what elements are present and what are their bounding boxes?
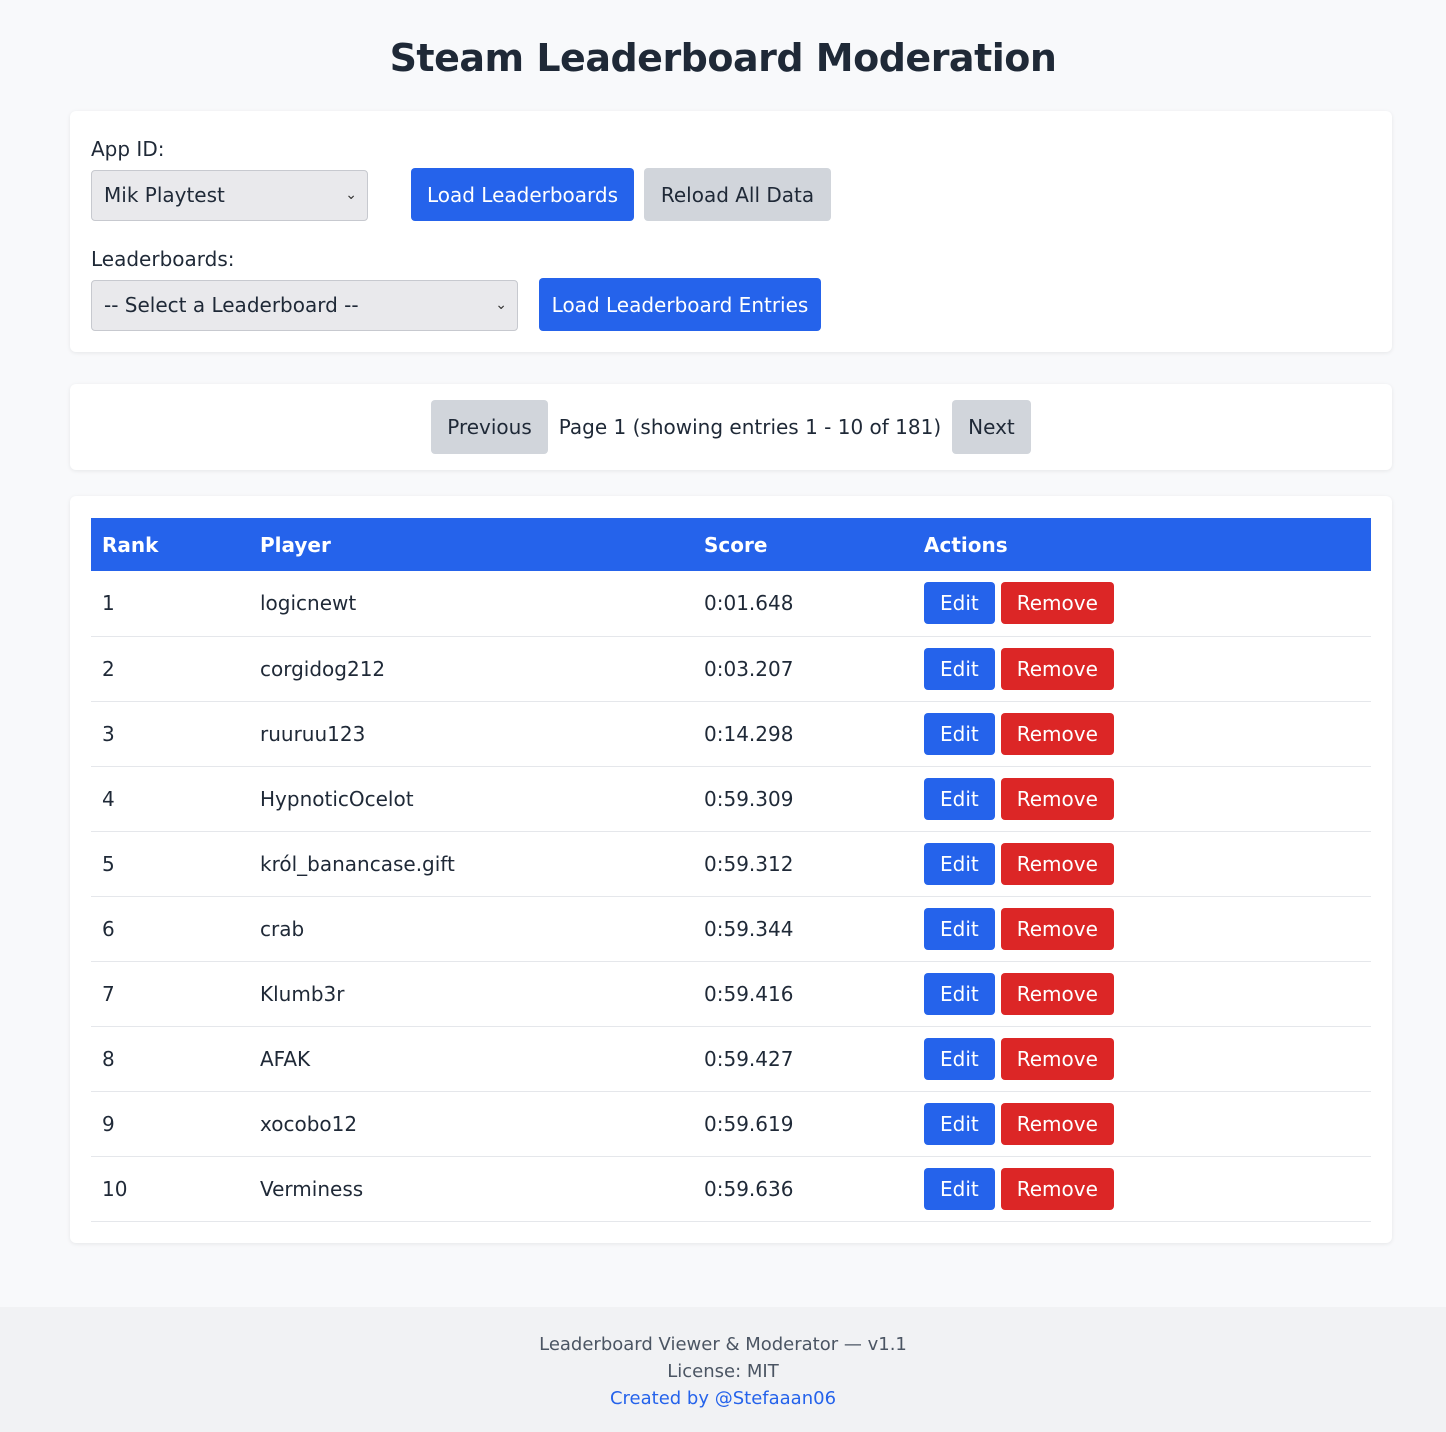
actions-cell: Edit Remove — [913, 636, 1371, 701]
score-cell: 0:59.344 — [704, 916, 794, 941]
score-cell: 0:03.207 — [704, 656, 794, 681]
player-cell: ruuruu123 — [260, 721, 366, 746]
table-row: 3 ruuruu123 0:14.298 Edit Remove — [91, 701, 1371, 766]
leaderboard-select[interactable]: -- Select a Leaderboard -- ⌄ — [91, 280, 518, 331]
score-cell: 0:59.416 — [704, 981, 794, 1006]
remove-button[interactable]: Remove — [1000, 582, 1114, 625]
remove-button[interactable]: Remove — [1000, 972, 1114, 1015]
remove-button[interactable]: Remove — [1000, 842, 1114, 885]
score-cell: 0:59.619 — [704, 1111, 794, 1136]
leaderboards-label: Leaderboards: — [91, 247, 235, 271]
remove-button[interactable]: Remove — [1000, 712, 1114, 755]
table-row: 1 logicnewt 0:01.648 Edit Remove — [91, 571, 1371, 636]
table-row: 7 Klumb3r 0:59.416 Edit Remove — [91, 961, 1371, 1026]
rank-cell: 1 — [102, 591, 115, 616]
player-cell: corgidog212 — [260, 656, 386, 681]
app-id-label: App ID: — [91, 137, 165, 161]
remove-button[interactable]: Remove — [1000, 777, 1114, 820]
next-page-button[interactable]: Next — [952, 400, 1031, 454]
edit-button[interactable]: Edit — [924, 907, 995, 950]
footer-license: License: MIT — [667, 1361, 779, 1382]
page-title: Steam Leaderboard Moderation — [389, 36, 1057, 80]
footer-version: Leaderboard Viewer & Moderator — v1.1 — [539, 1334, 907, 1355]
load-leaderboards-button[interactable]: Load Leaderboards — [411, 168, 634, 221]
edit-button[interactable]: Edit — [924, 582, 995, 625]
edit-button[interactable]: Edit — [924, 1102, 995, 1145]
actions-cell: Edit Remove — [913, 701, 1371, 766]
remove-button[interactable]: Remove — [1000, 907, 1114, 950]
app-id-select-value: Mik Playtest — [104, 183, 225, 207]
page-info: Page 1 (showing entries 1 - 10 of 181) — [558, 415, 942, 439]
app-id-select[interactable]: Mik Playtest ⌄ — [91, 170, 368, 221]
actions-cell: Edit Remove — [913, 571, 1371, 636]
leaderboard-select-value: -- Select a Leaderboard -- — [104, 293, 359, 317]
rank-cell: 7 — [102, 981, 115, 1006]
actions-cell: Edit Remove — [913, 831, 1371, 896]
remove-button[interactable]: Remove — [1000, 1167, 1114, 1210]
edit-button[interactable]: Edit — [924, 777, 995, 820]
chevron-down-icon: ⌄ — [495, 297, 507, 313]
header-rank: Rank — [102, 532, 159, 557]
actions-cell: Edit Remove — [913, 896, 1371, 961]
pagination-panel: Previous Page 1 (showing entries 1 - 10 … — [70, 384, 1392, 470]
actions-cell: Edit Remove — [913, 1026, 1371, 1091]
player-cell: xocobo12 — [260, 1111, 358, 1136]
edit-button[interactable]: Edit — [924, 712, 995, 755]
actions-cell: Edit Remove — [913, 1156, 1371, 1221]
table-row: 9 xocobo12 0:59.619 Edit Remove — [91, 1091, 1371, 1156]
player-cell: król_banancase.gift — [260, 851, 455, 876]
rank-cell: 5 — [102, 851, 115, 876]
footer-credit-link[interactable]: Created by @Stefaaan06 — [610, 1388, 836, 1409]
rank-cell: 4 — [102, 786, 115, 811]
score-cell: 0:59.636 — [704, 1176, 794, 1201]
rank-cell: 6 — [102, 916, 115, 941]
player-cell: Verminess — [260, 1176, 364, 1201]
rank-cell: 8 — [102, 1046, 115, 1071]
previous-page-button[interactable]: Previous — [431, 400, 548, 454]
header-player: Player — [260, 532, 331, 557]
table-header-row: Rank Player Score Actions — [91, 518, 1371, 571]
rank-cell: 9 — [102, 1111, 115, 1136]
table-row: 4 HypnoticOcelot 0:59.309 Edit Remove — [91, 766, 1371, 831]
edit-button[interactable]: Edit — [924, 1167, 995, 1210]
score-cell: 0:01.648 — [704, 591, 794, 616]
player-cell: HypnoticOcelot — [260, 786, 414, 811]
header-score: Score — [704, 532, 768, 557]
table-row: 10 Verminess 0:59.636 Edit Remove — [91, 1156, 1371, 1221]
edit-button[interactable]: Edit — [924, 972, 995, 1015]
actions-cell: Edit Remove — [913, 1091, 1371, 1156]
score-cell: 0:14.298 — [704, 721, 794, 746]
score-cell: 0:59.309 — [704, 786, 794, 811]
edit-button[interactable]: Edit — [924, 842, 995, 885]
leaderboard-table-panel: Rank Player Score Actions 1 logicnewt 0:01… — [70, 496, 1392, 1243]
remove-button[interactable]: Remove — [1000, 1102, 1114, 1145]
player-cell: Klumb3r — [260, 981, 345, 1006]
player-cell: crab — [260, 916, 305, 941]
table-row: 6 crab 0:59.344 Edit Remove — [91, 896, 1371, 961]
edit-button[interactable]: Edit — [924, 647, 995, 690]
controls-panel: App ID: Mik Playtest ⌄ Load Leaderboards… — [70, 111, 1392, 352]
rank-cell: 2 — [102, 656, 115, 681]
load-entries-button[interactable]: Load Leaderboard Entries — [539, 278, 821, 331]
rank-cell: 3 — [102, 721, 115, 746]
player-cell: logicnewt — [260, 591, 357, 616]
table-row: 5 król_banancase.gift 0:59.312 Edit Remove — [91, 831, 1371, 896]
reload-all-data-button[interactable]: Reload All Data — [644, 168, 831, 221]
actions-cell: Edit Remove — [913, 961, 1371, 1026]
footer: Leaderboard Viewer & Moderator — v1.1 Li… — [0, 1307, 1446, 1432]
remove-button[interactable]: Remove — [1000, 647, 1114, 690]
header-actions: Actions — [924, 532, 1008, 557]
table-row: 2 corgidog212 0:03.207 Edit Remove — [91, 636, 1371, 701]
actions-cell: Edit Remove — [913, 766, 1371, 831]
remove-button[interactable]: Remove — [1000, 1037, 1114, 1080]
chevron-down-icon: ⌄ — [345, 187, 357, 203]
score-cell: 0:59.312 — [704, 851, 794, 876]
edit-button[interactable]: Edit — [924, 1037, 995, 1080]
leaderboard-table: Rank Player Score Actions 1 logicnewt 0:01… — [91, 518, 1371, 1222]
player-cell: AFAK — [260, 1046, 311, 1071]
table-row: 8 AFAK 0:59.427 Edit Remove — [91, 1026, 1371, 1091]
rank-cell: 10 — [102, 1176, 128, 1201]
score-cell: 0:59.427 — [704, 1046, 794, 1071]
